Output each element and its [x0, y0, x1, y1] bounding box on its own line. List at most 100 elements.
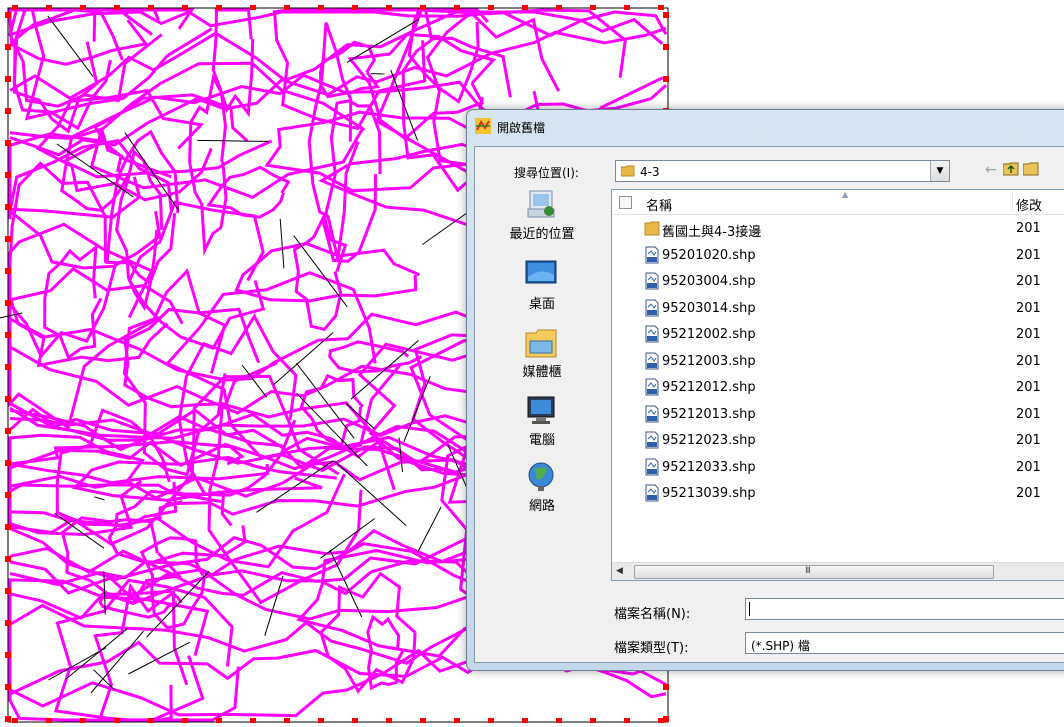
place-computer[interactable]: 電腦	[479, 395, 605, 461]
road-line	[417, 506, 442, 552]
file-row[interactable]: 95203014.shp 201	[612, 295, 1064, 321]
up-folder-icon[interactable]	[1003, 162, 1019, 176]
place-desktop[interactable]: 桌面	[479, 259, 605, 325]
shp-file-icon	[645, 431, 659, 449]
contour-line	[55, 408, 178, 528]
text-caret	[749, 602, 750, 616]
boundary-mark	[420, 5, 426, 10]
file-row[interactable]: 95213039.shp 201	[612, 480, 1064, 506]
back-arrow-icon[interactable]: ←	[985, 162, 997, 178]
file-name: 95212003.shp	[662, 353, 756, 369]
boundary-mark	[46, 5, 52, 10]
place-desktop-label: 桌面	[528, 297, 555, 312]
file-name: 95212012.shp	[662, 380, 756, 395]
file-name: 95212033.shp	[662, 459, 756, 475]
file-row[interactable]: 95212013.shp 201	[612, 401, 1064, 427]
scrollbar-thumb[interactable]: III	[634, 565, 994, 579]
contour-line	[206, 165, 291, 219]
file-type-select[interactable]: (*.SHP) 檔 ▼	[745, 632, 1064, 654]
file-name-input[interactable]: ▼	[745, 598, 1064, 620]
file-name: 95212023.shp	[662, 433, 756, 448]
boundary-mark	[5, 460, 11, 466]
place-libraries[interactable]: 媒體櫃	[479, 327, 605, 393]
column-header-modified[interactable]: 修改	[1016, 195, 1042, 214]
boundary-mark	[663, 684, 669, 690]
sort-up-icon: ▲	[842, 190, 849, 199]
dialog-title-bar[interactable]: 開啟舊檔	[467, 110, 1064, 140]
boundary-mark	[624, 5, 630, 10]
shp-file-icon	[645, 458, 659, 475]
boundary-mark	[488, 718, 494, 723]
boundary-mark	[5, 12, 11, 18]
road-line	[264, 575, 284, 636]
select-all-checkbox[interactable]	[619, 196, 632, 209]
shp-file-icon	[645, 352, 659, 369]
boundary-mark	[5, 428, 11, 434]
file-date: 201	[1016, 327, 1041, 342]
file-row[interactable]: 95212002.shp 201	[612, 321, 1064, 347]
boundary-mark	[148, 5, 154, 10]
place-network[interactable]: 網路	[479, 461, 605, 527]
computer-icon	[527, 396, 555, 424]
road-line	[47, 15, 94, 77]
boundary-mark	[5, 492, 11, 498]
shp-file-icon	[645, 299, 659, 316]
place-recent-label: 最近的位置	[509, 227, 575, 242]
file-name: 95203014.shp	[662, 300, 756, 316]
place-recent[interactable]: 最近的位置	[479, 189, 605, 255]
look-in-dropdown[interactable]: 4-3 ▼	[615, 160, 950, 182]
boundary-mark	[318, 5, 324, 10]
road-line	[279, 218, 285, 269]
boundary-mark	[5, 268, 11, 274]
folder-icon	[621, 165, 635, 177]
boundary-mark	[488, 5, 494, 10]
libraries-icon	[525, 329, 557, 358]
file-date: 201	[1016, 459, 1041, 475]
column-header-name[interactable]: 名稱	[646, 195, 672, 214]
file-name: 舊國土與4-3接邊	[662, 225, 762, 240]
file-date: 201	[1016, 486, 1041, 501]
scroll-grip-icon: III	[805, 566, 811, 576]
boundary-mark	[454, 718, 460, 723]
boundary-mark	[5, 716, 11, 722]
boundary-mark	[5, 140, 11, 146]
boundary-mark	[5, 108, 11, 114]
column-divider[interactable]	[1012, 192, 1013, 212]
road-line	[197, 139, 269, 142]
open-file-dialog: 開啟舊檔 搜尋位置(I): 4-3 ▼ ← 最近的位置 桌面 媒體櫃 電腦 網路…	[466, 109, 1064, 671]
look-in-value: 4-3	[640, 165, 660, 179]
file-type-value: (*.SHP) 檔	[751, 639, 810, 653]
boundary-mark	[284, 718, 290, 723]
look-in-label: 搜尋位置(I):	[514, 166, 579, 180]
file-row[interactable]: 95203004.shp 201	[612, 268, 1064, 294]
file-row[interactable]: 舊國土與4-3接邊 201	[612, 215, 1064, 241]
file-row[interactable]: 95212012.shp 201	[612, 374, 1064, 400]
boundary-mark	[5, 364, 11, 370]
boundary-mark	[5, 300, 11, 306]
file-row[interactable]: 95212023.shp 201	[612, 427, 1064, 453]
boundary-mark	[12, 718, 18, 723]
file-list[interactable]: 名稱 ▲ 修改 舊國土與4-3接邊 201 95201020.shp 201 95203…	[611, 189, 1064, 581]
app-icon	[475, 118, 491, 134]
boundary-mark	[454, 5, 460, 10]
boundary-mark	[5, 524, 11, 530]
new-folder-icon[interactable]	[1023, 162, 1039, 176]
boundary-mark	[250, 5, 256, 10]
file-date: 201	[1016, 380, 1041, 395]
boundary-mark	[5, 556, 11, 562]
file-row[interactable]: 95201020.shp 201	[612, 242, 1064, 268]
file-row[interactable]: 95212003.shp 201	[612, 348, 1064, 374]
boundary-mark	[5, 684, 11, 690]
dialog-body: 搜尋位置(I): 4-3 ▼ ← 最近的位置 桌面 媒體櫃 電腦 網路 名稱 ▲…	[474, 146, 1064, 663]
horizontal-scrollbar[interactable]: ◀ III	[612, 562, 1064, 580]
file-date: 201	[1016, 406, 1041, 422]
boundary-mark	[663, 12, 669, 18]
boundary-mark	[352, 718, 358, 723]
boundary-mark	[590, 5, 596, 10]
boundary-mark	[5, 332, 11, 338]
boundary-mark	[663, 76, 669, 82]
chevron-down-icon[interactable]: ▼	[930, 161, 949, 181]
file-row[interactable]: 95212033.shp 201	[612, 454, 1064, 480]
places-bar: 最近的位置 桌面 媒體櫃 電腦 網路	[479, 189, 605, 557]
scroll-left-icon[interactable]: ◀	[616, 566, 623, 576]
